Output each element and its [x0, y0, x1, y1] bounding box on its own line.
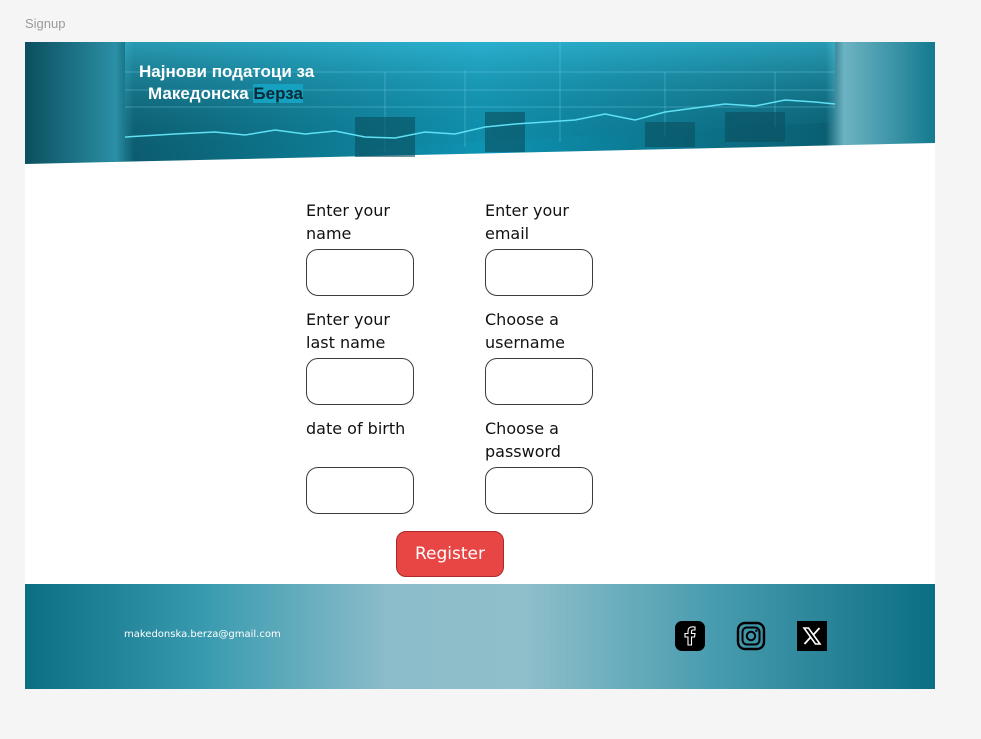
- date-of-birth-input[interactable]: [306, 467, 414, 514]
- email-label-line1: Enter your: [485, 201, 570, 220]
- banner-title: Најнови податоци за Македонска Берза: [139, 61, 314, 105]
- footer-email[interactable]: makedonska.berza@gmail.com: [124, 629, 281, 640]
- email-field-group: Enter your email: [485, 199, 595, 296]
- username-label-line1: Choose a: [485, 310, 559, 329]
- x-icon[interactable]: [797, 621, 827, 651]
- name-field-group: Enter your name: [306, 199, 416, 296]
- last-name-label-line2: last name: [306, 333, 386, 352]
- name-label-line2: name: [306, 224, 352, 243]
- email-label-line2: email: [485, 224, 530, 243]
- username-input[interactable]: [485, 358, 593, 405]
- password-label-line2: password: [485, 442, 561, 461]
- last-name-label: Enter your last name: [306, 308, 416, 354]
- password-field-group: Choose a password: [485, 417, 595, 514]
- signup-page: Најнови податоци за Македонска Берза Ent…: [25, 42, 935, 689]
- last-name-field-group: Enter your last name: [306, 308, 416, 405]
- name-label-line1: Enter your: [306, 201, 391, 220]
- password-label: Choose a password: [485, 417, 595, 463]
- name-label: Enter your name: [306, 199, 416, 245]
- header-banner: Најнови податоци за Македонска Берза: [25, 42, 935, 164]
- last-name-label-line1: Enter your: [306, 310, 391, 329]
- date-of-birth-label-line1: date of birth: [306, 419, 406, 438]
- banner-title-main: Македонска: [148, 84, 249, 103]
- username-label: Choose a username: [485, 308, 595, 354]
- footer: makedonska.berza@gmail.com: [25, 584, 935, 689]
- frame-label: Signup: [25, 16, 66, 31]
- banner-title-line1: Најнови податоци за: [139, 62, 315, 81]
- username-field-group: Choose a username: [485, 308, 595, 405]
- username-label-line2: username: [485, 333, 565, 352]
- banner-title-accent: Берза: [253, 84, 303, 103]
- facebook-icon[interactable]: [675, 621, 705, 651]
- date-of-birth-field-group: date of birth: [306, 417, 416, 514]
- email-label: Enter your email: [485, 199, 595, 245]
- password-input[interactable]: [485, 467, 593, 514]
- register-button[interactable]: Register: [396, 531, 504, 577]
- banner-title-line2: Македонска Берза: [139, 83, 314, 105]
- date-of-birth-label: date of birth: [306, 417, 416, 463]
- name-input[interactable]: [306, 249, 414, 296]
- last-name-input[interactable]: [306, 358, 414, 405]
- password-label-line1: Choose a: [485, 419, 559, 438]
- instagram-icon[interactable]: [736, 621, 766, 651]
- email-input[interactable]: [485, 249, 593, 296]
